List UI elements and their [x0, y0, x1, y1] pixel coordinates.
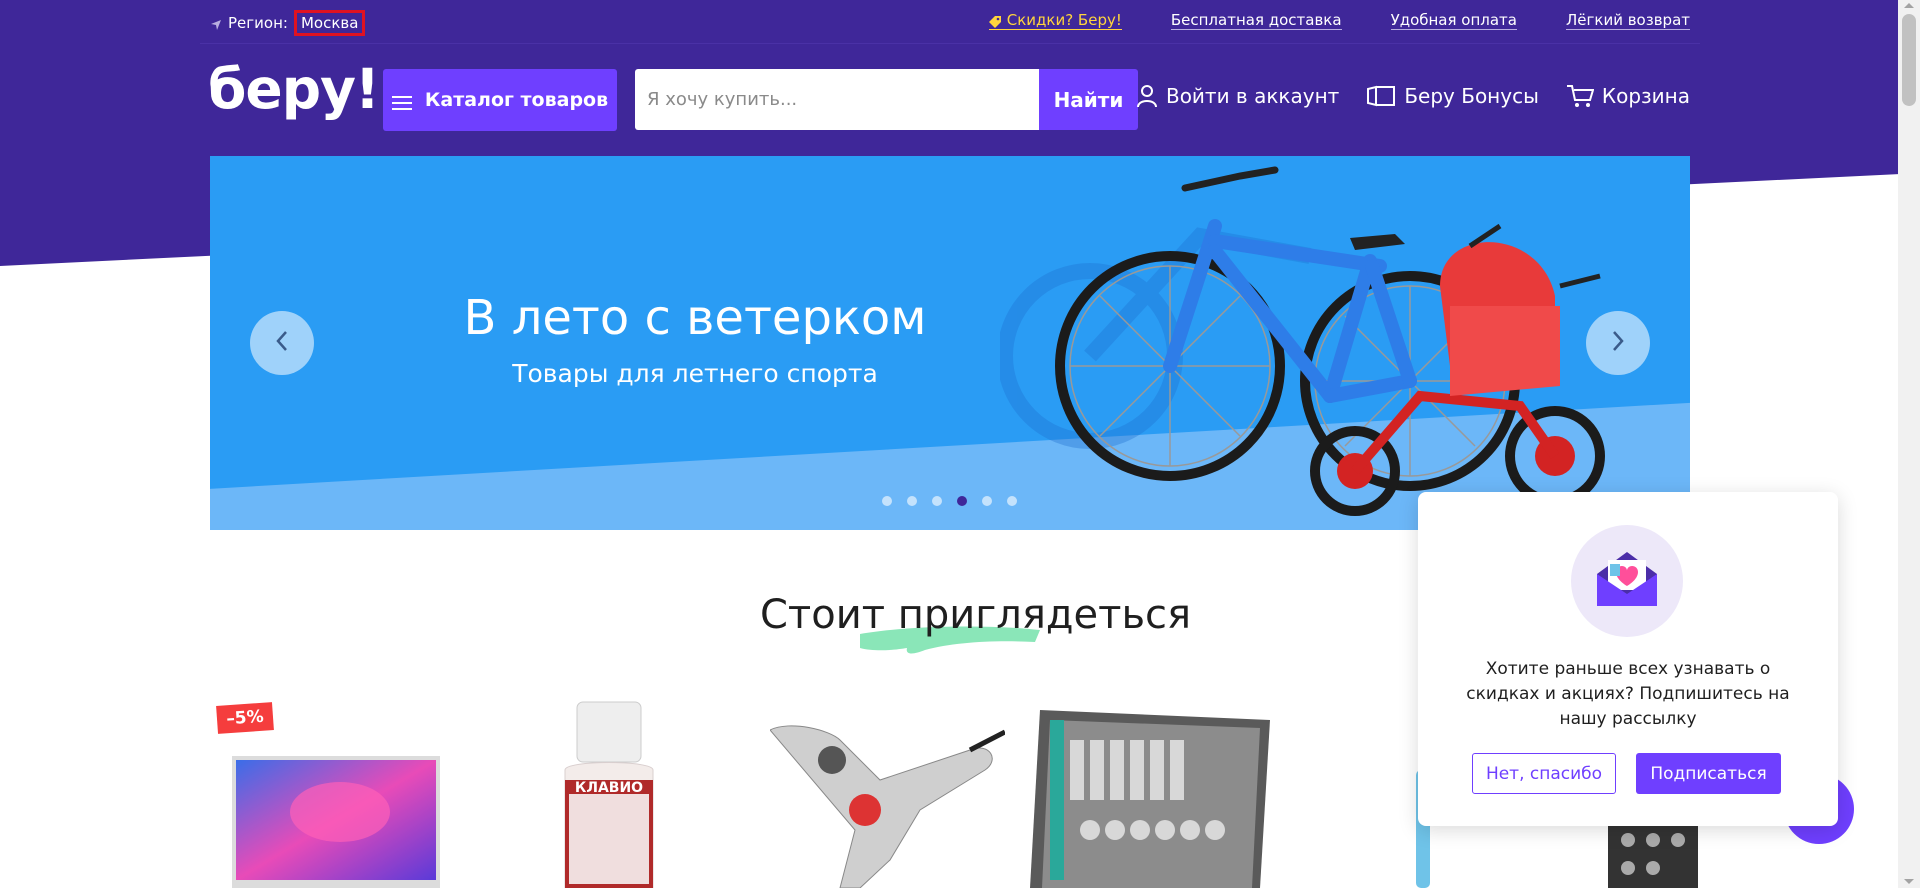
banner-dot[interactable] [907, 496, 917, 506]
catalog-button-label: Каталог товаров [424, 89, 609, 111]
user-icon [1136, 84, 1158, 108]
subscribe-button[interactable]: Подписаться [1636, 753, 1781, 794]
logo[interactable]: беру! [208, 62, 380, 117]
scroll-up-arrow-icon[interactable] [1904, 3, 1914, 8]
login-label: Войти в аккаунт [1165, 84, 1340, 108]
catalog-button[interactable]: Каталог товаров [383, 69, 617, 131]
location-arrow-icon [210, 17, 222, 30]
banner-next-button[interactable] [1586, 311, 1650, 375]
mail-icon-circle [1571, 525, 1683, 637]
topbar-link-delivery[interactable]: Бесплатная доставка [1170, 11, 1342, 30]
bicycle-image [1000, 166, 1605, 516]
banner-title: В лето с ветерком [463, 290, 927, 346]
envelope-icon [1594, 550, 1660, 612]
topbar-links: Скидки? Беру! Бесплатная доставка Удобна… [988, 11, 1690, 30]
bottle-label: КЛАВИО [575, 780, 643, 796]
hero-banner[interactable]: В лето с ветерком Товары для летнего спо… [210, 156, 1690, 530]
banner-dot-active[interactable] [957, 496, 967, 506]
scrollbar-thumb[interactable] [1902, 14, 1916, 106]
topbar-link-payment[interactable]: Удобная оплата [1390, 11, 1517, 30]
mixer-product-image[interactable] [770, 720, 1005, 888]
cart-label: Корзина [1601, 84, 1690, 108]
scroll-down-arrow-icon[interactable] [1904, 879, 1914, 884]
cart-icon [1566, 84, 1594, 108]
banner-prev-button[interactable] [250, 311, 314, 375]
topbar: Регион: Москва Скидки? Беру! Бесплатная … [210, 0, 1690, 43]
region-selector[interactable]: Регион: Москва [210, 10, 366, 36]
banner-pagination [882, 496, 1017, 506]
topbar-link-returns[interactable]: Лёгкий возврат [1566, 11, 1690, 30]
topbar-link-discounts[interactable]: Скидки? Беру! [988, 11, 1122, 30]
decline-button[interactable]: Нет, спасибо [1472, 753, 1616, 794]
chevron-right-icon [1611, 330, 1625, 356]
toolset-product-image[interactable] [1030, 700, 1280, 888]
page-scrollbar[interactable] [1898, 0, 1920, 888]
banner-dot[interactable] [932, 496, 942, 506]
banner-dot[interactable] [882, 496, 892, 506]
socket-set-product-image[interactable] [1608, 820, 1698, 888]
region-label: Регион: [228, 14, 288, 32]
login-link[interactable]: Войти в аккаунт [1136, 84, 1339, 108]
header-actions: Войти в аккаунт Беру Бонусы Корзина [1136, 84, 1690, 108]
topbar-link-label: Скидки? Беру! [1006, 11, 1122, 29]
page: Регион: Москва Скидки? Беру! Бесплатная … [0, 0, 1920, 888]
topbar-divider [200, 43, 1700, 44]
chevron-left-icon [275, 330, 289, 356]
bonus-link[interactable]: Беру Бонусы [1366, 84, 1539, 108]
banner-dot[interactable] [1007, 496, 1017, 506]
bonus-card-icon [1366, 85, 1396, 107]
bottle-product-image[interactable]: КЛАВИО [555, 700, 663, 888]
section-header: Стоит приглядеться [760, 592, 1192, 672]
subscribe-popup: Хотите раньше всех узнавать о скидках и … [1418, 492, 1838, 826]
cart-link[interactable]: Корзина [1566, 84, 1690, 108]
search-bar: Найти [635, 69, 1138, 130]
region-city[interactable]: Москва [293, 10, 366, 36]
search-button[interactable]: Найти [1039, 69, 1138, 130]
tv-product-image[interactable] [230, 752, 442, 888]
search-input[interactable] [635, 69, 1039, 130]
bonus-label: Беру Бонусы [1404, 84, 1539, 108]
popup-message: Хотите раньше всех узнавать о скидках и … [1466, 659, 1790, 729]
banner-subtitle: Товары для летнего спорта [512, 359, 878, 388]
menu-icon [391, 93, 412, 110]
discount-badge: –5% [216, 702, 274, 734]
banner-dot[interactable] [982, 496, 992, 506]
tag-icon [988, 14, 1001, 28]
section-title: Стоит приглядеться [760, 592, 1192, 638]
